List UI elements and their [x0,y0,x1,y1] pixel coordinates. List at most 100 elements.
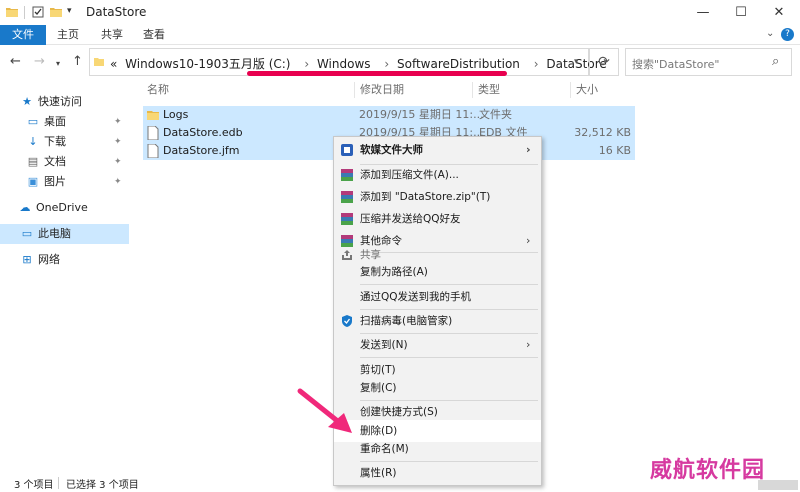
winrar-icon [341,191,353,203]
tab-home[interactable]: 主页 [52,25,84,45]
ribbon-tabs: 文件 主页 共享 查看 ⌄ ? [0,25,800,45]
computer-icon: ▭ [21,227,33,240]
menu-item-ruanmei[interactable]: 软媒文件大师 › [334,139,541,161]
nav-label: 快速访问 [38,95,82,108]
menu-divider [360,284,538,285]
cloud-icon: ☁ [19,201,31,214]
file-row[interactable]: Logs 2019/9/15 星期日 11:... 文件夹 [143,106,635,124]
chevron-down-icon[interactable]: ▾ [574,57,579,67]
winrar-icon [341,213,353,225]
desktop-icon: ▭ [27,115,39,128]
menu-item-add-archive[interactable]: 添加到压缩文件(A)... [334,164,541,186]
nav-item-this-pc[interactable]: ▭ 此电脑 [0,224,129,244]
close-button[interactable]: ✕ [762,0,796,25]
network-icon: ⊞ [22,253,32,266]
forward-button[interactable]: → [34,54,45,69]
nav-item-downloads[interactable]: ↓ 下载 [26,132,66,152]
menu-item-scan-virus[interactable]: 扫描病毒(电脑管家) [334,310,541,332]
watermark-url [758,480,798,490]
pin-icon: ✦ [114,177,122,187]
up-button[interactable]: ↑ [72,54,83,69]
nav-item-network[interactable]: ⊞ 网络 [20,250,60,270]
submenu-arrow-icon: › [526,338,531,351]
watermark: 威航软件园 [650,457,766,483]
menu-item-add-zip[interactable]: 添加到 "DataStore.zip"(T) [334,186,541,208]
nav-item-desktop[interactable]: ▭ 桌面 [26,112,66,132]
help-icon[interactable]: ? [781,28,794,41]
divider [24,6,25,19]
file-name: DataStore.jfm [163,144,240,157]
annotation-arrow-icon [297,388,352,433]
menu-item-send-to[interactable]: 发送到(N) › [334,334,541,356]
chevron-right-icon[interactable]: › [384,57,389,71]
expand-ribbon-icon[interactable]: ⌄ [766,28,774,39]
tab-share[interactable]: 共享 [96,25,128,45]
search-placeholder: 搜索"DataStore" [632,58,720,71]
column-header-type[interactable]: 类型 [478,80,500,100]
recent-locations-icon[interactable]: ▾ [56,59,60,68]
folder-icon [6,8,18,17]
column-header-size[interactable]: 大小 [576,80,598,100]
nav-label: 下载 [44,135,66,148]
nav-item-onedrive[interactable]: ☁ OneDrive [18,198,88,218]
chevron-right-icon[interactable]: › [304,57,309,71]
navigation-pane: ★ 快速访问 ▭ 桌面 ✦ ↓ 下载 ✦ ▤ 文档 ✦ ▣ 图片 ✦ ☁ OneDrive … [0,86,130,466]
column-header-date[interactable]: 修改日期 [360,80,404,100]
menu-item-send-to-phone[interactable]: 通过QQ发送到我的手机 [334,286,541,308]
menu-divider [360,357,538,358]
breadcrumb-softwaredistribution[interactable]: SoftwareDistribution [397,57,520,71]
selection-count: 已选择 3 个项目 [66,480,139,491]
file-type: 文件夹 [479,108,512,121]
file-size: 16 KB [598,144,631,157]
download-icon: ↓ [28,135,38,148]
breadcrumb-drive[interactable]: Windows10-1903五月版 (C:) [125,57,290,71]
new-folder-icon[interactable] [50,6,62,18]
annotation-underline [247,71,507,76]
menu-item-copy-path[interactable]: 复制为路径(A) [334,261,541,283]
properties-icon[interactable] [32,6,44,18]
share-icon [342,250,352,260]
nav-item-pictures[interactable]: ▣ 图片 [26,172,66,192]
nav-label: 图片 [44,175,66,188]
shield-icon [342,315,352,327]
pin-icon: ✦ [114,157,122,167]
menu-item-copy[interactable]: 复制(C) [334,377,541,399]
refresh-button[interactable]: ⟳ [589,48,619,76]
nav-item-documents[interactable]: ▤ 文档 [26,152,66,172]
search-input[interactable]: 搜索"DataStore" ⌕ [625,48,792,76]
document-icon: ▤ [27,155,39,168]
breadcrumb: « Windows10-1903五月版 (C:) › Windows › Sof… [110,55,611,72]
column-divider[interactable] [472,82,473,98]
file-icon [147,144,159,158]
search-icon: ⌕ [772,54,780,69]
back-button[interactable]: ← [10,54,21,69]
breadcrumb-windows[interactable]: Windows [317,57,371,71]
nav-label: 网络 [38,253,60,266]
column-header-name[interactable]: 名称 [147,80,169,100]
column-divider[interactable] [570,82,571,98]
file-icon [147,126,159,140]
chevron-right-icon[interactable]: › [534,57,539,71]
pin-icon: ✦ [114,117,122,127]
pin-icon: ✦ [114,137,122,147]
nav-label: OneDrive [36,201,88,214]
file-name: Logs [163,108,189,121]
maximize-button[interactable]: ☐ [724,0,758,25]
column-divider[interactable] [354,82,355,98]
star-icon: ★ [22,95,32,108]
submenu-arrow-icon: › [526,143,531,156]
nav-quick-access[interactable]: ★ 快速访问 [20,92,82,112]
menu-item-rename[interactable]: 重命名(M) [334,438,541,460]
item-count: 3 个项目 [14,480,54,491]
tab-file[interactable]: 文件 [0,25,46,45]
folder-icon [94,58,104,66]
minimize-button[interactable]: — [686,0,720,25]
winrar-icon [341,169,353,181]
file-date: 2019/9/15 星期日 11:... [359,108,484,121]
menu-item-compress-qq[interactable]: 压缩并发送给QQ好友 [334,208,541,230]
nav-label: 此电脑 [38,227,71,240]
quick-toolbar-dropdown-icon[interactable]: ▾ [67,6,72,16]
breadcrumb-overflow[interactable]: « [110,57,117,71]
tab-view[interactable]: 查看 [138,25,170,45]
picture-icon: ▣ [27,175,39,188]
